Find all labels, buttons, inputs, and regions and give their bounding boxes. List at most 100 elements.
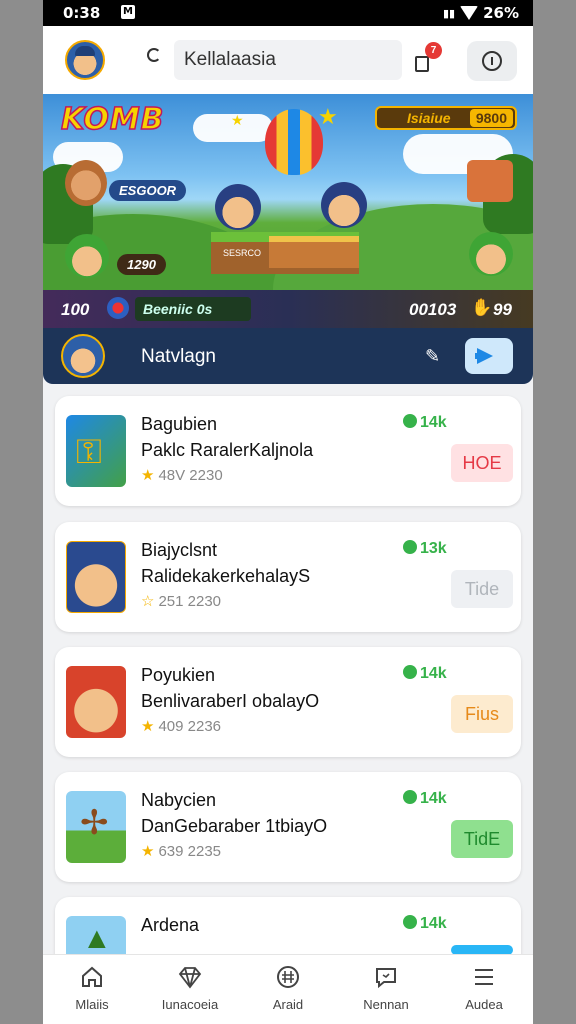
character-green-icon bbox=[65, 234, 109, 278]
game-price-text: 14k bbox=[420, 790, 447, 807]
game-title: Ardena bbox=[141, 915, 200, 935]
notifications-button[interactable]: 7 bbox=[411, 42, 442, 76]
go-button[interactable] bbox=[465, 338, 513, 374]
game-meta-text: 48V 2230 bbox=[158, 467, 223, 484]
message-icon bbox=[376, 968, 396, 989]
game-card[interactable]: Biajyclsnt RalidekakerkehalayS ☆ 251 2230… bbox=[55, 522, 521, 632]
signal-icon: ▮▮ bbox=[442, 6, 456, 20]
game-title: Poyukien bbox=[141, 665, 216, 685]
star-icon: ☆ bbox=[141, 593, 155, 610]
star-icon: ★ bbox=[231, 112, 244, 128]
star-icon: ★ bbox=[318, 104, 338, 129]
score-label: Isiaiue bbox=[407, 110, 451, 126]
captain-red-thumbnail bbox=[66, 666, 126, 738]
mail-notification-icon: M bbox=[121, 5, 135, 19]
featured-game-banner[interactable]: KOMB Isiaiue 9800 ★ ★ ESGOOR 1290 SESRCO… bbox=[43, 94, 533, 328]
game-subtitle: BenlivaraberI obalayO bbox=[141, 691, 320, 711]
game-price-text: 14k bbox=[420, 665, 447, 682]
character-captain-icon bbox=[321, 182, 367, 228]
progress-label: Beeniic 0s bbox=[135, 297, 251, 321]
tab-label: Nennan bbox=[363, 997, 409, 1012]
star-icon: ★ bbox=[141, 467, 155, 484]
game-meta-text: 639 2235 bbox=[158, 843, 222, 860]
windmill-thumbnail: ✢ bbox=[66, 791, 126, 863]
tab-diamond[interactable]: Iunacoeia bbox=[141, 955, 239, 1024]
search-icon[interactable] bbox=[147, 48, 161, 62]
info-button[interactable] bbox=[467, 41, 517, 81]
game-meta: ★ 639 2235 bbox=[141, 842, 221, 860]
tree-icon: ▲ bbox=[82, 922, 112, 955]
score-value: 9800 bbox=[469, 109, 513, 127]
left-value: 1290 bbox=[117, 254, 166, 275]
game-meta-text: 409 2236 bbox=[158, 718, 222, 735]
phone-screen: 0:38 M ▮▮ 26% 7 KOMB Isiaiue 9800 bbox=[43, 0, 533, 1024]
captain-thumbnail bbox=[66, 541, 126, 613]
game-action-button[interactable]: HOE bbox=[451, 444, 513, 482]
game-logo: KOMB bbox=[60, 101, 165, 138]
character-green-icon bbox=[469, 232, 513, 276]
hand-icon: ✋ bbox=[471, 298, 493, 317]
game-price-text: 13k bbox=[420, 540, 447, 557]
game-action-button[interactable]: TidE bbox=[451, 820, 513, 858]
tab-label: Araid bbox=[272, 997, 304, 1012]
game-subtitle: DanGebaraber 1tbiayO bbox=[141, 816, 328, 836]
star-icon: ★ bbox=[141, 718, 155, 735]
right-score: 00103 bbox=[409, 300, 457, 319]
game-meta: ★ 409 2236 bbox=[141, 717, 221, 735]
grid-circle-icon bbox=[277, 966, 299, 988]
navigation-title: Natvlagn bbox=[141, 346, 216, 367]
game-price: 14k bbox=[403, 915, 447, 933]
game-card[interactable]: ✢ Nabycien DanGebaraber 1tbiayO ★ 639 223… bbox=[55, 772, 521, 882]
tab-menu[interactable]: Audea bbox=[435, 955, 533, 1024]
game-meta-text: 251 2230 bbox=[158, 593, 222, 610]
game-price: 13k bbox=[403, 540, 447, 558]
game-action-button[interactable]: Fius bbox=[451, 695, 513, 733]
game-subtitle: RalidekakerkehalayS bbox=[141, 566, 311, 586]
character-left-icon bbox=[65, 160, 107, 206]
game-price: 14k bbox=[403, 665, 447, 683]
player-avatar[interactable] bbox=[61, 334, 105, 378]
hot-air-balloon-icon bbox=[265, 109, 323, 175]
game-action-button[interactable]: Tide bbox=[451, 570, 513, 608]
menu-icon bbox=[475, 969, 493, 985]
game-price-text: 14k bbox=[420, 915, 447, 932]
bell-icon bbox=[415, 56, 429, 72]
treasure-chest-icon bbox=[467, 160, 513, 202]
search-input[interactable] bbox=[174, 40, 402, 80]
coin-icon bbox=[403, 915, 417, 929]
tab-center[interactable]: Araid bbox=[239, 955, 337, 1024]
game-title: Bagubien bbox=[141, 414, 218, 434]
gold-key-thumbnail: ⚿ bbox=[66, 415, 126, 487]
game-title: Nabycien bbox=[141, 790, 217, 810]
user-avatar[interactable] bbox=[65, 40, 105, 80]
status-time: 0:38 bbox=[63, 4, 101, 22]
notification-badge: 7 bbox=[425, 42, 442, 59]
coin-icon bbox=[403, 414, 417, 428]
game-card[interactable]: ⚿ Bagubien Paklc RaralerKaljnola ★ 48V 22… bbox=[55, 396, 521, 506]
tab-label: Mlaiis bbox=[75, 997, 109, 1012]
game-title: Biajyclsnt bbox=[141, 540, 218, 560]
character-captain-icon bbox=[215, 184, 261, 230]
bottom-navigation: Mlaiis Iunacoeia Araid Nennan Audea bbox=[43, 954, 533, 1024]
navigation-strip: Natvlagn ✎ bbox=[43, 328, 533, 384]
diamond-icon bbox=[178, 967, 202, 989]
star-icon: ★ bbox=[141, 843, 155, 860]
key-icon: ⚿ bbox=[76, 433, 102, 471]
home-icon bbox=[82, 966, 102, 987]
tab-label: Iunacoeia bbox=[161, 997, 219, 1012]
edit-icon[interactable]: ✎ bbox=[425, 346, 440, 367]
status-bar: 0:38 M ▮▮ 26% bbox=[43, 0, 533, 26]
game-card[interactable]: Poyukien BenlivaraberI obalayO ★ 409 2236… bbox=[55, 647, 521, 757]
coin-icon bbox=[403, 540, 417, 554]
app-header: 7 bbox=[43, 26, 533, 94]
game-price: 14k bbox=[403, 790, 447, 808]
tab-home[interactable]: Mlaiis bbox=[43, 955, 141, 1024]
game-price-text: 14k bbox=[420, 414, 447, 431]
tab-messages[interactable]: Nennan bbox=[337, 955, 435, 1024]
platform-decoration: SESRCO bbox=[211, 232, 359, 274]
windmill-icon: ✢ bbox=[80, 804, 109, 842]
game-subtitle: Paklc RaralerKaljnola bbox=[141, 440, 314, 460]
left-score: 100 bbox=[61, 300, 90, 319]
status-right: ▮▮ 26% bbox=[443, 4, 519, 22]
score-pill: Isiaiue 9800 bbox=[375, 106, 517, 130]
